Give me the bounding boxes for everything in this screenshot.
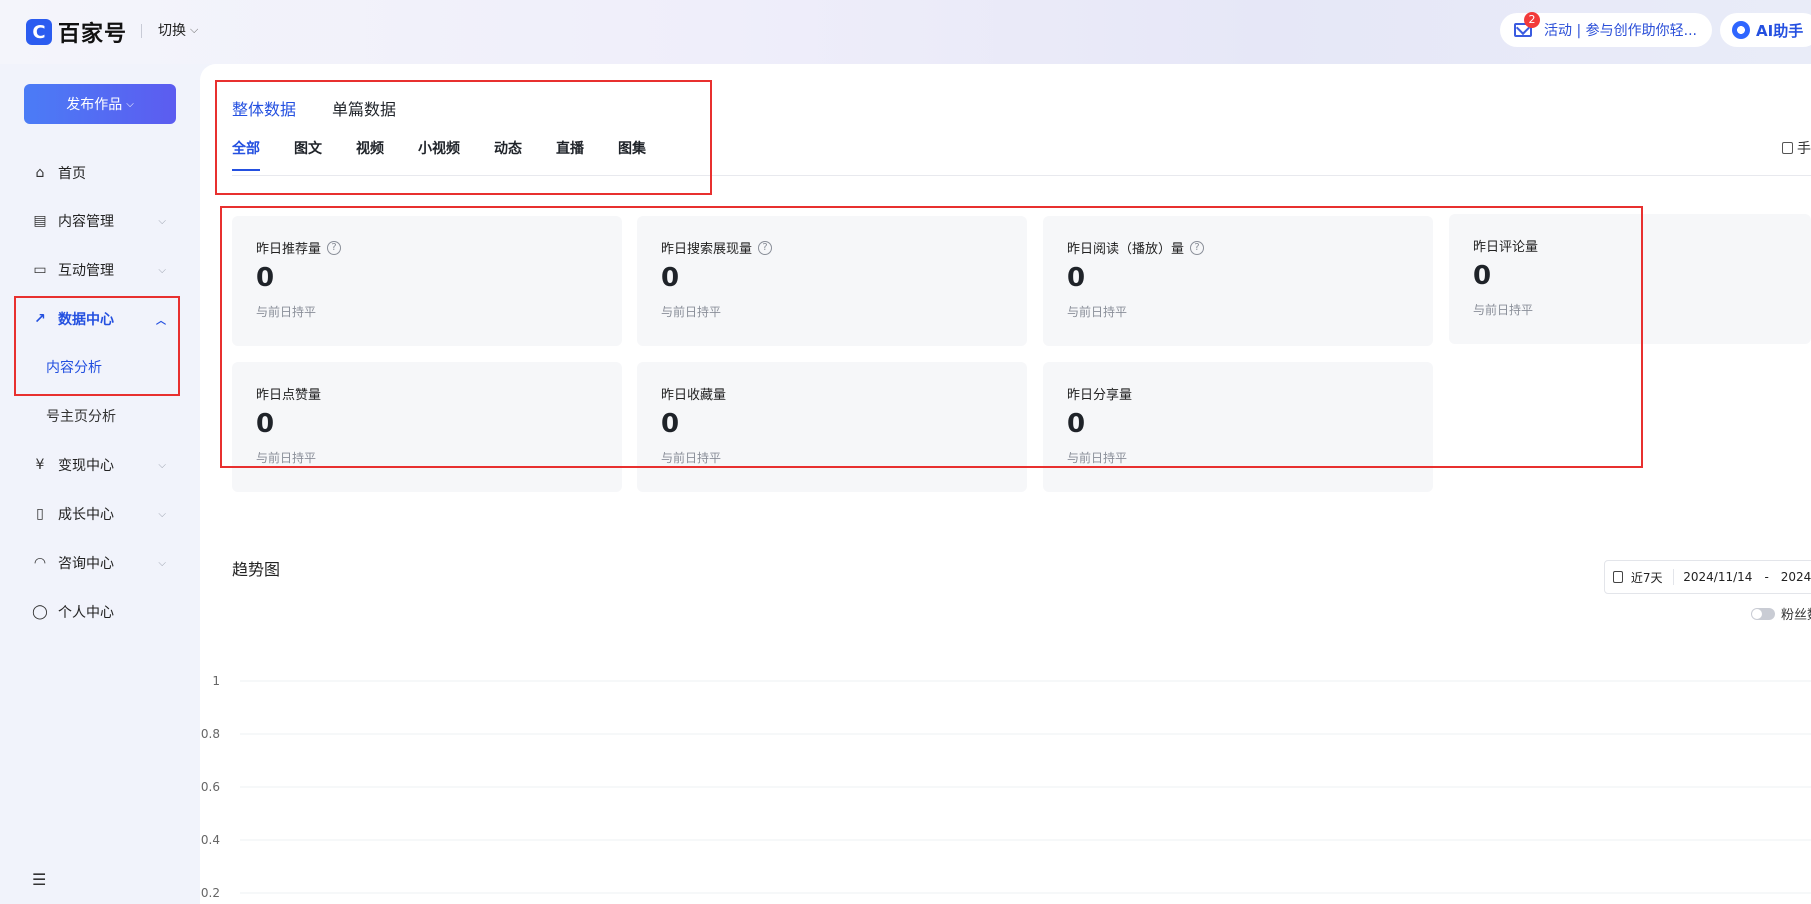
notice-text: 活动 | 参与创作助你轻... [1544, 23, 1697, 39]
y-tick-label: 0.2 [201, 886, 220, 900]
sidebar-subitem-homepage-analysis[interactable]: 号主页分析 [46, 401, 116, 431]
sidebar-item-label: 变现中心 [58, 458, 114, 474]
sidebar-item-personal[interactable]: ◯ 个人中心 [24, 592, 174, 632]
y-tick-label: 0.6 [201, 780, 220, 794]
chevron-down-icon: ⌵ [158, 459, 166, 471]
chevron-down-icon: ⌵ [190, 23, 199, 36]
ai-assistant-icon [1732, 21, 1750, 39]
ai-assistant-label: AI助手 [1756, 21, 1804, 40]
sidebar-item-label: 首页 [58, 166, 86, 182]
chevron-down-icon: ⌵ [158, 264, 166, 276]
chevron-down-icon: ⌵ [158, 215, 166, 227]
chevron-down-icon: ⌵ [158, 557, 166, 569]
sidebar-item-label: 内容管理 [58, 214, 114, 230]
book-icon: ▯ [36, 506, 44, 522]
notification-badge: 2 [1524, 12, 1540, 28]
sidebar-item-label: 个人中心 [58, 605, 114, 621]
logo-icon: C [26, 19, 52, 45]
collapse-sidebar-icon[interactable]: ☰ [32, 870, 46, 889]
logo-text: 百家号 [58, 22, 128, 47]
notice-pill[interactable]: 2 活动 | 参与创作助你轻... [1500, 12, 1712, 47]
chat-icon: ▭ [33, 262, 47, 278]
top-bar: C 百家号 切换 ⌵ 2 活动 | 参与创作助你轻... AI助手 [0, 0, 1811, 64]
ai-assistant-button[interactable]: AI助手 [1720, 13, 1811, 47]
sidebar-item-label: 互动管理 [58, 263, 114, 279]
sidebar-item-label: 咨询中心 [58, 556, 114, 572]
yen-icon: ¥ [35, 457, 45, 473]
chevron-down-icon: ⌵ [158, 508, 166, 520]
sidebar-item-interaction[interactable]: ▭ 互动管理 ⌵ [24, 250, 174, 290]
headset-icon: ◠ [33, 555, 47, 571]
y-tick-label: 0.4 [201, 833, 220, 847]
sidebar-item-consult[interactable]: ◠ 咨询中心 ⌵ [24, 543, 174, 583]
switch-label: 切换 [158, 23, 186, 39]
home-icon: ⌂ [35, 165, 45, 181]
publish-button[interactable]: 发布作品 ⌵ [24, 84, 176, 124]
sidebar-item-monetize[interactable]: ¥ 变现中心 ⌵ [24, 445, 174, 485]
sidebar-item-growth[interactable]: ▯ 成长中心 ⌵ [24, 494, 174, 534]
highlight-box [14, 296, 180, 396]
chevron-down-icon: ⌵ [126, 98, 134, 110]
logo[interactable]: C 百家号 [26, 16, 127, 48]
sidebar-item-label: 成长中心 [58, 507, 114, 523]
sidebar: 发布作品 ⌵ ⌂ 首页 ▤ 内容管理 ⌵ ▭ 互动管理 ⌵ ↗ 数据中心 ︿ 内… [0, 64, 198, 904]
switch-account-button[interactable]: 切换 ⌵ [158, 20, 198, 40]
main-content: 整体数据 单篇数据 全部 图文 视频 小视频 动态 直播 图集 手 昨日推荐量 … [200, 64, 1811, 904]
trend-chart: 1 0.8 0.6 0.4 0.2 [201, 674, 1811, 900]
user-icon: ◯ [32, 604, 48, 620]
sidebar-item-content[interactable]: ▤ 内容管理 ⌵ [24, 201, 174, 241]
publish-label: 发布作品 [66, 97, 123, 113]
document-icon: ▤ [33, 213, 47, 229]
y-tick-label: 0.8 [201, 727, 220, 741]
y-tick-label: 1 [212, 674, 220, 688]
divider [141, 24, 142, 38]
sidebar-item-home[interactable]: ⌂ 首页 [24, 153, 174, 193]
